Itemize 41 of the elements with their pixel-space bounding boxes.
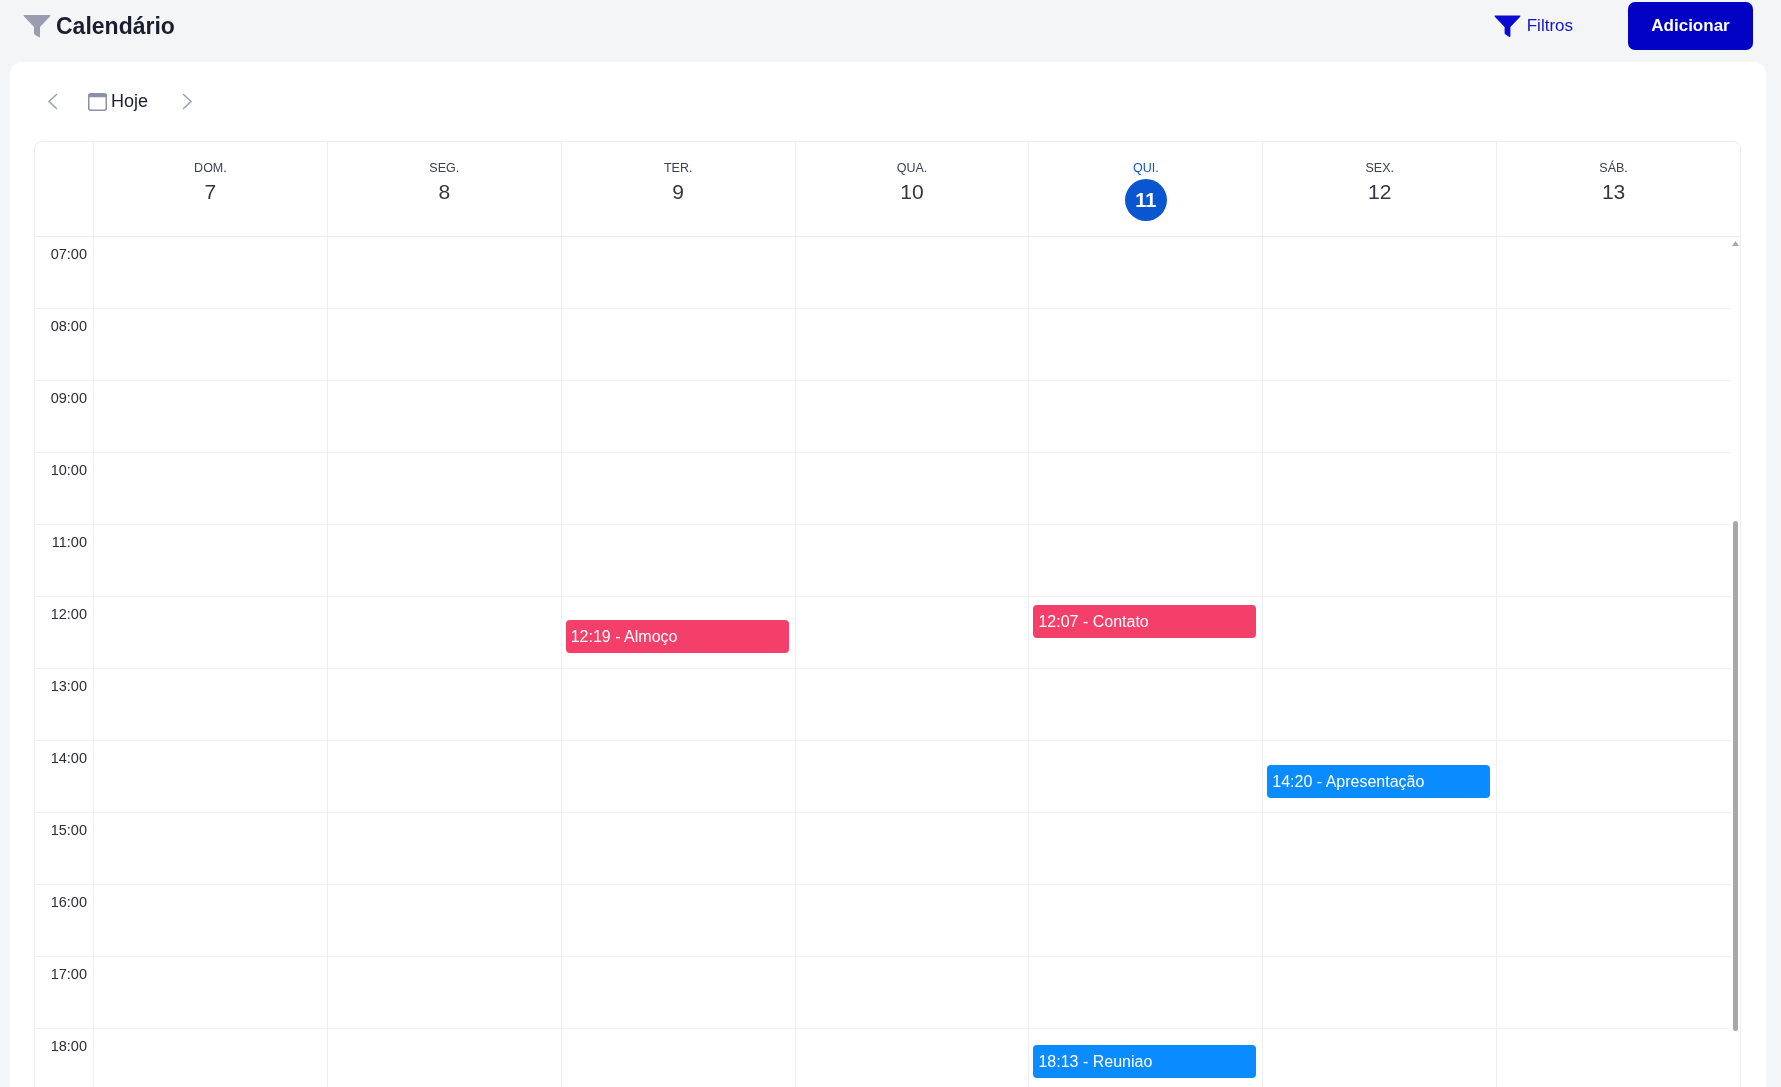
weekday-label: SÁB. — [1599, 160, 1628, 176]
time-label: 12:00 — [50, 606, 87, 622]
time-label: 11:00 — [51, 534, 87, 550]
filter-button[interactable]: Filtros — [1493, 14, 1573, 38]
date-number: 13 — [1601, 179, 1626, 205]
calendar-event[interactable]: 14:20 - Apresentação — [1267, 765, 1491, 798]
chevron-right-icon — [182, 92, 194, 110]
time-label: 13:00 — [50, 678, 87, 694]
scroll-up-arrow-icon[interactable] — [1731, 241, 1739, 246]
weekday-label: DOM. — [194, 160, 227, 176]
time-label: 15:00 — [50, 822, 87, 838]
time-label: 14:00 — [50, 750, 87, 766]
date-number: 12 — [1368, 179, 1392, 205]
date-number: 8 — [438, 179, 451, 205]
weekday-label: SEG. — [429, 160, 460, 176]
page-title: Calendário — [56, 12, 175, 40]
calendar-event[interactable]: 18:13 - Reuniao — [1033, 1044, 1257, 1078]
time-label: 18:00 — [50, 1038, 87, 1054]
calendar-event[interactable]: 12:19 - Almoço — [565, 619, 789, 653]
time-label: 10:00 — [50, 462, 87, 478]
time-label: 07:00 — [50, 246, 87, 262]
weekday-label: QUA. — [896, 160, 928, 176]
date-number: 7 — [204, 179, 217, 205]
date-number: 10 — [900, 179, 924, 205]
weekday-label: SEX. — [1365, 160, 1394, 176]
funnel-icon — [23, 14, 51, 38]
chevron-left-icon — [47, 92, 58, 110]
date-number: 9 — [672, 179, 684, 205]
add-button[interactable]: Adicionar — [1628, 2, 1753, 50]
calendar-event[interactable]: 12:07 - Contato — [1033, 605, 1257, 639]
time-label: 08:00 — [50, 318, 87, 334]
calendar-icon — [88, 91, 107, 111]
time-label: 16:00 — [50, 894, 87, 910]
time-label: 09:00 — [50, 390, 87, 406]
date-number: 11 — [1124, 179, 1167, 221]
time-label: 17:00 — [50, 966, 87, 982]
today-button[interactable]: Hoje — [84, 88, 153, 114]
funnel-icon — [1493, 14, 1521, 38]
weekday-label: QUI. — [1133, 160, 1159, 176]
scrollbar-thumb[interactable] — [1732, 521, 1738, 1031]
weekday-label: TER. — [663, 160, 693, 176]
